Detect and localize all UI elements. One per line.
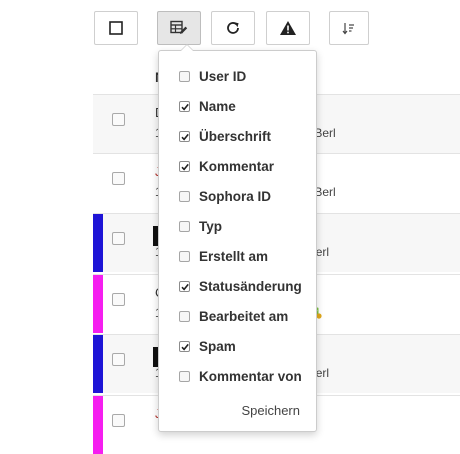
save-button[interactable]: Speichern: [241, 403, 300, 418]
column-option[interactable]: Spam: [179, 336, 236, 356]
table-edit-icon: [170, 20, 188, 34]
column-option-label: Spam: [199, 338, 236, 354]
row-checkbox[interactable]: [112, 353, 125, 366]
checkmark-icon: [181, 163, 189, 171]
checkmark-icon: [181, 103, 189, 111]
column-option[interactable]: Kommentar von: [179, 366, 302, 386]
column-option-checkbox[interactable]: [179, 310, 190, 322]
column-option-label: Typ: [199, 218, 222, 234]
square-icon: [109, 21, 123, 35]
column-option-label: Name: [199, 98, 236, 114]
column-option[interactable]: Erstellt am: [179, 246, 268, 266]
column-option[interactable]: Statusänderung: [179, 276, 302, 296]
column-option-label: Kommentar: [199, 158, 275, 174]
column-option-checkbox[interactable]: [179, 370, 190, 382]
row-checkbox[interactable]: [112, 172, 125, 185]
toolbar: [0, 11, 460, 47]
warning-button[interactable]: [266, 11, 310, 45]
column-option-checkbox[interactable]: [179, 70, 190, 82]
row-checkbox[interactable]: [112, 293, 125, 306]
column-option[interactable]: User ID: [179, 66, 246, 86]
row-checkbox[interactable]: [112, 232, 125, 245]
sort-button[interactable]: [329, 11, 369, 45]
checkmark-icon: [181, 283, 189, 291]
column-option-label: Statusänderung: [199, 278, 302, 294]
row-status-marker: [93, 214, 103, 272]
column-option[interactable]: Typ: [179, 216, 222, 236]
column-option[interactable]: Kommentar: [179, 156, 274, 176]
column-option-label: Erstellt am: [199, 248, 269, 264]
column-option[interactable]: Sophora ID: [179, 186, 271, 206]
column-option-checkbox[interactable]: [179, 130, 190, 142]
column-option-checkbox[interactable]: [179, 340, 190, 352]
row-status-marker: [93, 335, 103, 393]
row-meta-location: Berl: [314, 185, 336, 199]
checkmark-icon: [181, 133, 189, 141]
refresh-button[interactable]: [211, 11, 255, 45]
row-checkbox[interactable]: [112, 113, 125, 126]
row-meta-location: Berl: [314, 126, 336, 140]
row-status-marker: [93, 275, 103, 333]
column-option-label: Kommentar von: [199, 368, 302, 384]
column-option-checkbox[interactable]: [179, 160, 190, 172]
select-all-checkbox-button[interactable]: [94, 11, 138, 45]
row-checkbox[interactable]: [112, 414, 125, 427]
column-option-checkbox[interactable]: [179, 220, 190, 232]
column-option[interactable]: Bearbeitet am: [179, 306, 288, 326]
columns-config-button[interactable]: [157, 11, 201, 45]
column-option-checkbox[interactable]: [179, 280, 190, 292]
checkmark-icon: [181, 343, 189, 351]
column-option-label: Überschrift: [199, 128, 272, 144]
column-option-checkbox[interactable]: [179, 190, 190, 202]
column-option-label: Sophora ID: [199, 188, 272, 204]
column-option-checkbox[interactable]: [179, 250, 190, 262]
column-option-label: Bearbeitet am: [199, 308, 289, 324]
refresh-icon: [227, 22, 239, 34]
column-option[interactable]: Überschrift: [179, 126, 271, 146]
column-chooser-dropdown: User ID Name Überschrift Kommentar Sophora I…: [158, 44, 317, 432]
column-option[interactable]: Name: [179, 96, 236, 116]
column-option-label: User ID: [199, 68, 247, 84]
warning-icon: [280, 21, 296, 35]
row-status-marker: [93, 396, 103, 454]
column-option-checkbox[interactable]: [179, 100, 190, 112]
sort-icon: [342, 23, 354, 35]
